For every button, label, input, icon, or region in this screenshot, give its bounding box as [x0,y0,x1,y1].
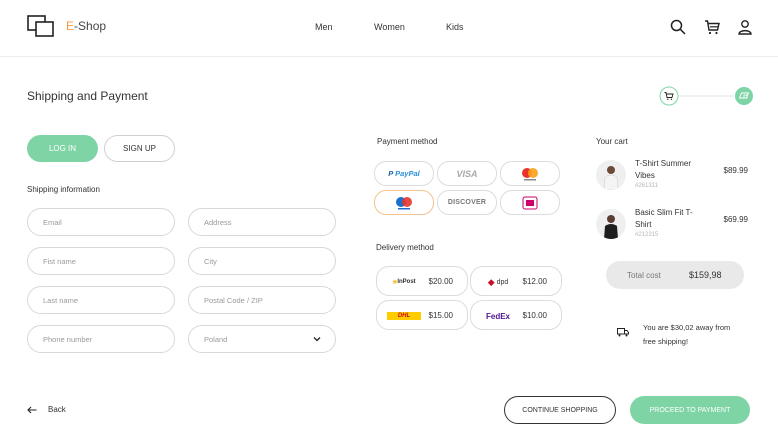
delivery-dhl[interactable]: DHL $15.00 [376,300,468,330]
last-name-field[interactable]: Last name [27,286,175,314]
free-shipping-note: You are $30,02 away from free shipping! [643,323,731,346]
delivery-price: $20.00 [428,277,453,286]
cart-icon[interactable] [704,19,720,35]
dhl-logo: DHL [387,312,421,320]
delivery-price: $10.00 [522,311,547,320]
logo-text[interactable]: E-Shop [66,19,106,33]
maestro-logo [396,196,412,209]
address-field[interactable]: Address [188,208,336,236]
product-name: Basic Slim Fit T-Shirt [635,208,693,229]
nav-kids[interactable]: Kids [446,22,464,32]
delivery-dpd[interactable]: ◆ dpd $12.00 [470,266,562,296]
login-button[interactable]: LOG IN [27,135,98,162]
total-cost-label: Total cost [627,271,661,280]
postal-code-field[interactable]: Postal Code / ZIP [188,286,336,314]
back-link[interactable]: Back [27,405,66,414]
user-icon[interactable] [737,19,753,35]
cart-item[interactable]: Basic Slim Fit T-Shirt #212315 $69.99 [596,207,748,245]
city-field[interactable]: City [188,247,336,275]
payment-discover[interactable]: DISCOVER [437,190,497,215]
product-sku: #212315 [635,232,659,238]
product-thumbnail [596,160,626,190]
payment-paypal[interactable]: P PayPal [374,161,434,186]
delivery-price: $15.00 [428,311,453,320]
product-name: T-Shirt Summer Vibes [635,159,692,180]
shipping-info-title: Shipping information [27,185,100,194]
chevron-down-icon [313,337,321,342]
paypal-logo: P PayPal [388,169,420,178]
truck-icon [617,328,629,337]
total-cost-value: $159,98 [689,270,722,280]
delivery-fedex[interactable]: FedEx $10.00 [470,300,562,330]
cart-item[interactable]: T-Shirt Summer Vibes #261311 $89.99 [596,158,748,196]
total-cost-box: Total cost $159,98 [606,261,744,289]
top-header: E-Shop Men Women Kids [0,0,778,57]
signup-button[interactable]: SIGN UP [104,135,175,162]
proceed-to-payment-button[interactable]: PROCEED TO PAYMENT [630,396,750,424]
product-price: $69.99 [723,215,748,224]
continue-shopping-button[interactable]: CONTINUE SHOPPING [504,396,616,424]
nav-men[interactable]: Men [315,22,333,32]
payment-maestro[interactable] [374,190,434,215]
page-title: Shipping and Payment [27,89,148,103]
search-icon[interactable] [670,19,686,35]
inpost-logo: ✳ InPost [392,279,416,286]
product-sku: #261311 [635,183,658,189]
visa-logo: VISA [456,168,478,179]
checkout-progress [659,86,753,106]
email-field[interactable]: Email [27,208,175,236]
phone-field[interactable]: Phone number [27,325,175,353]
discover-logo: DISCOVER [447,199,487,206]
payment-method-title: Payment method [377,137,438,146]
ideal-logo [522,196,538,209]
payment-ideal[interactable] [500,190,560,215]
country-value: Poland [204,334,228,344]
payment-visa[interactable]: VISA [437,161,497,186]
country-select[interactable]: Poland [188,325,336,353]
nav-women[interactable]: Women [374,22,405,32]
delivery-inpost[interactable]: ✳ InPost $20.00 [376,266,468,296]
payment-mastercard[interactable] [500,161,560,186]
logo-icon[interactable] [27,15,54,37]
product-thumbnail [596,209,626,239]
fedex-logo: FedEx [485,311,510,321]
product-price: $89.99 [723,166,748,175]
arrow-left-icon [27,406,37,413]
delivery-price: $12.00 [522,277,547,286]
delivery-method-title: Delivery method [376,243,434,252]
mastercard-logo [522,167,538,180]
dpd-logo: ◆ dpd [487,276,509,287]
first-name-field[interactable]: Fist name [27,247,175,275]
cart-title: Your cart [596,137,628,146]
back-label: Back [48,405,66,414]
